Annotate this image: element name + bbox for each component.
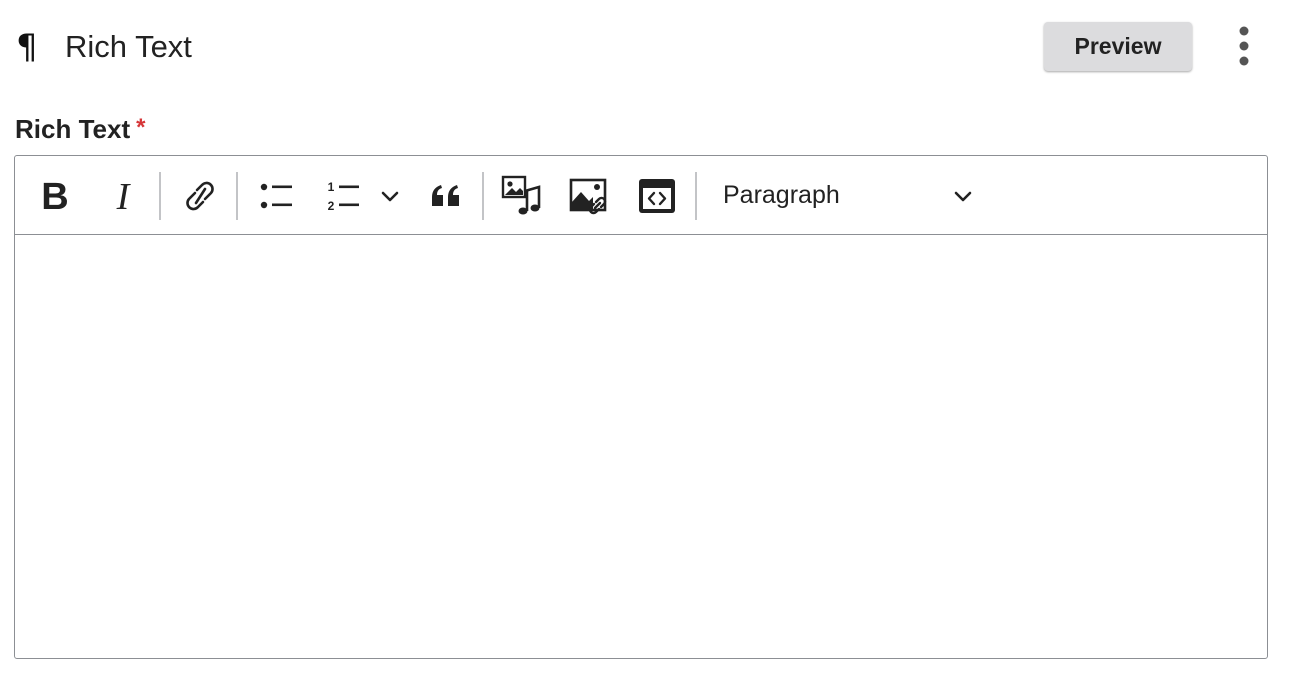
chevron-down-icon xyxy=(954,191,972,202)
list-dropdown-chevron-icon xyxy=(381,191,399,202)
required-indicator: * xyxy=(136,114,146,141)
bold-button[interactable]: B xyxy=(33,168,77,224)
media-icon xyxy=(501,175,541,215)
toolbar-separator xyxy=(236,172,238,220)
svg-text:B: B xyxy=(41,176,68,216)
italic-button[interactable]: I xyxy=(101,168,145,224)
list-options-dropdown[interactable] xyxy=(375,168,405,224)
embed-icon xyxy=(639,179,675,213)
block-format-select[interactable]: Paragraph xyxy=(711,170,975,222)
editor-content-area[interactable] xyxy=(15,235,1267,657)
blockquote-icon xyxy=(432,185,459,206)
numbered-list-icon: 1 2 xyxy=(328,180,359,213)
preview-button[interactable]: Preview xyxy=(1044,22,1192,71)
numbered-list-button[interactable]: 1 2 xyxy=(320,168,366,224)
toolbar-separator xyxy=(482,172,484,220)
field-label: Rich Text * xyxy=(15,113,145,147)
more-options-button[interactable] xyxy=(1226,22,1262,72)
image-link-icon xyxy=(569,178,607,215)
toolbar-separator xyxy=(159,172,161,220)
rich-text-editor: B I 1 2 Paragraph xyxy=(14,155,1268,659)
image-link-button[interactable] xyxy=(567,168,611,224)
toolbar-separator xyxy=(695,172,697,220)
svg-text:I: I xyxy=(116,176,132,216)
embed-button[interactable] xyxy=(635,168,679,224)
add-media-button[interactable] xyxy=(500,168,544,224)
italic-icon: I xyxy=(116,176,132,216)
bold-icon: B xyxy=(41,176,68,216)
bullet-list-icon xyxy=(260,183,292,209)
bullet-list-button[interactable] xyxy=(253,168,299,224)
paragraph-icon: ¶ xyxy=(16,27,38,67)
svg-text:1: 1 xyxy=(328,180,335,194)
svg-text:2: 2 xyxy=(328,199,335,213)
block-title: Rich Text xyxy=(65,29,192,64)
field-label-text: Rich Text xyxy=(15,114,131,144)
link-button[interactable] xyxy=(178,168,222,224)
link-icon xyxy=(186,181,214,211)
block-format-value: Paragraph xyxy=(723,181,840,209)
blockquote-button[interactable] xyxy=(425,168,469,224)
block-header: ¶ Rich Text Preview xyxy=(0,0,1290,95)
more-vertical-icon xyxy=(1239,26,1249,66)
editor-toolbar: B I 1 2 Paragraph xyxy=(15,156,1267,235)
